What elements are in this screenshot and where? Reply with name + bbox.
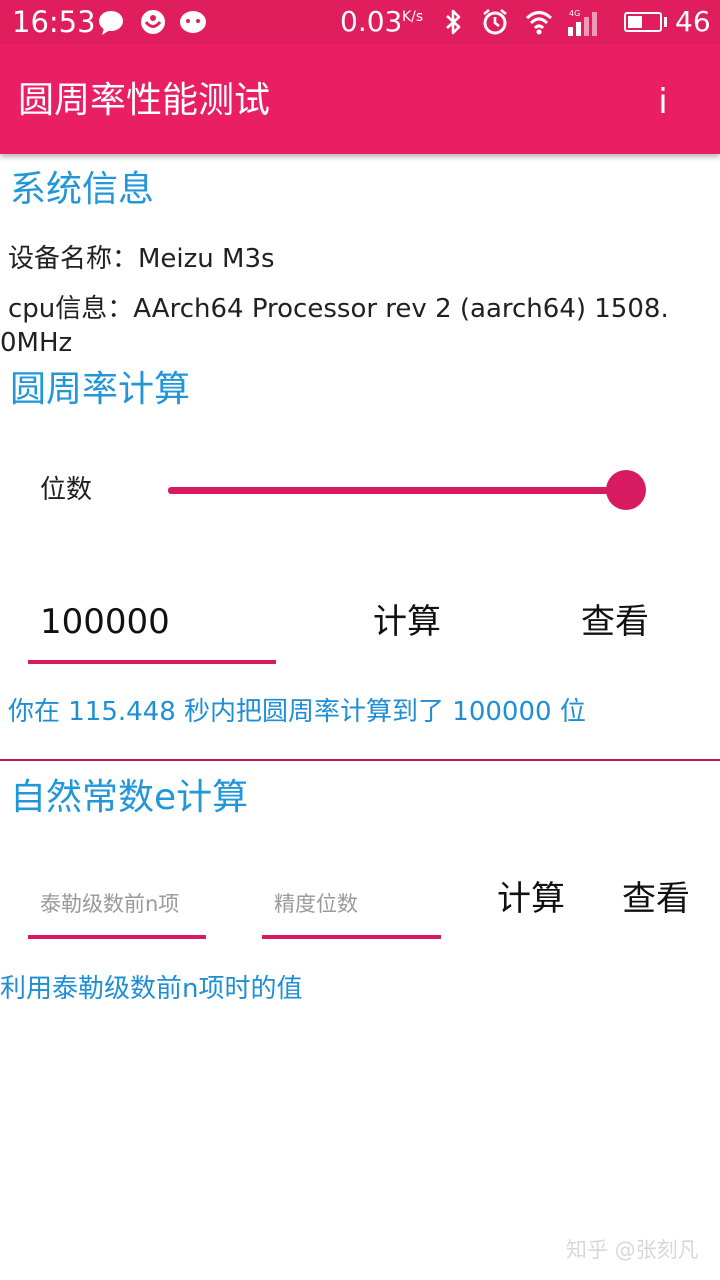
e-result-text: 利用泰勒级数前n项时的值	[0, 974, 303, 1004]
wechat-icon	[178, 7, 208, 37]
network-speed: 0.03	[340, 5, 403, 38]
pi-calc-button[interactable]: 计算	[373, 600, 441, 644]
e-calc-button[interactable]: 计算	[497, 877, 565, 921]
status-bar: 16:53 0.03 K/s 4G 46	[0, 0, 720, 44]
taylor-terms-input[interactable]: 泰勒级数前n项	[40, 890, 179, 918]
section-divider	[0, 759, 720, 761]
wifi-icon	[524, 7, 554, 37]
watermark: 知乎 @张刻凡	[566, 1238, 699, 1262]
app-bar: 圆周率性能测试 i	[0, 44, 720, 154]
slider-track	[168, 487, 626, 494]
battery-tip	[664, 17, 667, 27]
taylor-terms-underline	[28, 935, 206, 939]
pi-section-title: 圆周率计算	[10, 369, 191, 410]
pi-result-text: 你在 115.448 秒内把圆周率计算到了 100000 位	[8, 697, 586, 727]
digits-input[interactable]: 100000	[40, 600, 170, 644]
cpu-info-line-2: 0MHz	[0, 328, 73, 358]
system-info-title: 系统信息	[10, 169, 155, 210]
e-section-title: 自然常数e计算	[10, 777, 249, 818]
info-button[interactable]: i	[652, 80, 674, 124]
slider-thumb[interactable]	[606, 470, 646, 510]
cpu-info-line-1: cpu信息：AArch64 Processor rev 2 (aarch64) …	[8, 294, 669, 324]
battery-icon	[624, 12, 662, 32]
bluetooth-icon	[438, 7, 468, 37]
precision-underline	[262, 935, 441, 939]
pi-view-button[interactable]: 查看	[581, 600, 649, 644]
device-name: 设备名称：Meizu M3s	[8, 244, 275, 274]
network-speed-unit: K/s	[402, 9, 424, 25]
digits-input-underline	[28, 660, 276, 664]
e-view-button[interactable]: 查看	[622, 877, 690, 921]
precision-input[interactable]: 精度位数	[274, 890, 358, 918]
circle-notification-icon	[138, 7, 168, 37]
battery-fill	[628, 16, 642, 28]
digits-slider-label: 位数	[40, 475, 93, 505]
status-time: 16:53	[12, 5, 96, 39]
app-title: 圆周率性能测试	[18, 80, 271, 121]
alarm-clock-icon	[480, 7, 510, 37]
cellular-signal-icon: 4G	[566, 7, 597, 37]
battery-level: 46	[675, 5, 711, 38]
svg-text:4G: 4G	[569, 9, 580, 18]
chat-bubble-icon	[96, 7, 126, 37]
